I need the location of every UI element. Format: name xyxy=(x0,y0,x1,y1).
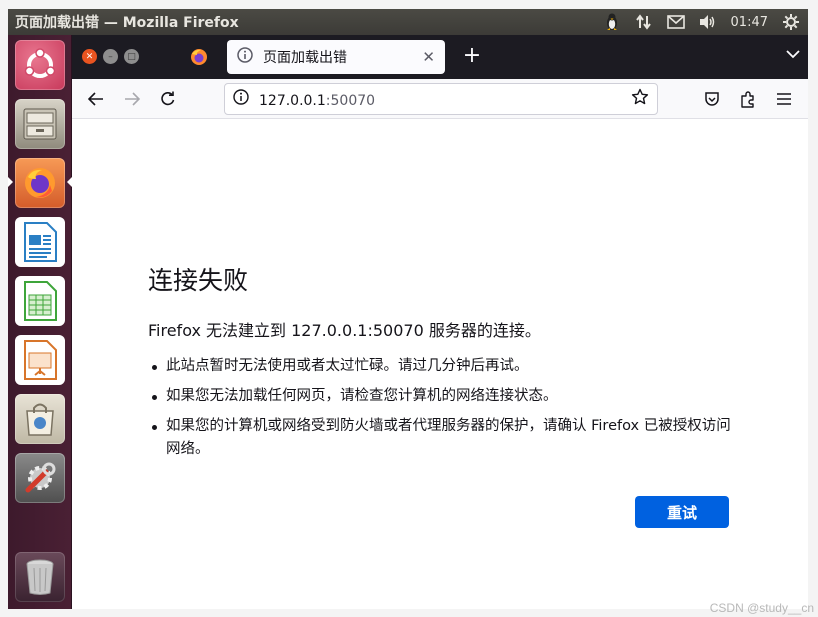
power-gear-icon[interactable] xyxy=(782,13,800,31)
url-bar[interactable]: 127.0.0.1:50070 xyxy=(224,83,658,115)
site-info-icon[interactable] xyxy=(233,89,249,109)
error-title: 连接失败 xyxy=(148,266,249,295)
ubuntu-logo-icon xyxy=(24,48,56,78)
minimize-window-button[interactable]: – xyxy=(103,49,118,64)
firefox-view-icon[interactable] xyxy=(190,48,208,70)
launcher-software[interactable] xyxy=(14,393,66,445)
mail-icon[interactable] xyxy=(666,13,685,31)
window-controls: ✕ – □ xyxy=(82,49,139,64)
system-tray: 01:47 xyxy=(603,13,808,31)
pocket-icon[interactable] xyxy=(700,87,724,111)
tab-active[interactable]: 页面加载出错 ✕ xyxy=(227,40,445,74)
volume-icon[interactable] xyxy=(699,13,717,31)
forward-button[interactable] xyxy=(120,87,144,111)
new-tab-button[interactable]: + xyxy=(458,43,486,68)
launcher-writer[interactable] xyxy=(14,216,66,268)
top-panel: 页面加载出错 — Mozilla Firefox 01:47 xyxy=(8,9,808,35)
error-suggestions: 此站点暂时无法使用或者太过忙碌。请过几分钟后再试。 如果您无法加载任何网页，请检… xyxy=(148,355,738,468)
active-indicator-left xyxy=(8,177,13,187)
page-content: 连接失败 Firefox 无法建立到 127.0.0.1:50070 服务器的连… xyxy=(72,119,808,609)
writer-document-icon xyxy=(24,222,57,262)
maximize-window-button[interactable]: □ xyxy=(124,49,139,64)
url-host: 127.0.0.1 xyxy=(259,92,326,109)
launcher-trash[interactable] xyxy=(14,551,66,603)
retry-button[interactable]: 重试 xyxy=(635,496,729,528)
reload-button[interactable] xyxy=(156,87,180,111)
trash-icon xyxy=(26,559,54,595)
launcher-impress[interactable] xyxy=(14,334,66,386)
list-all-tabs-icon[interactable] xyxy=(786,47,800,63)
window-title: 页面加载出错 — Mozilla Firefox xyxy=(15,15,239,31)
menu-hamburger-icon[interactable] xyxy=(772,87,796,111)
suggestion-item: 如果您的计算机或网络受到防火墙或者代理服务器的保护，请确认 Firefox 已被… xyxy=(148,415,738,461)
bookmark-star-icon[interactable] xyxy=(631,88,649,110)
penguin-icon[interactable] xyxy=(603,13,621,31)
tab-bar: ✕ – □ 页面加载出错 ✕ + xyxy=(72,35,808,79)
launcher-files[interactable] xyxy=(14,98,66,150)
desktop-frame: 页面加载出错 — Mozilla Firefox 01:47 ✕ – □ 页面加… xyxy=(8,9,808,609)
file-cabinet-icon xyxy=(23,108,57,140)
suggestion-item: 此站点暂时无法使用或者太过忙碌。请过几分钟后再试。 xyxy=(148,355,738,378)
info-icon xyxy=(237,47,253,67)
error-description: Firefox 无法建立到 127.0.0.1:50070 服务器的连接。 xyxy=(148,321,541,340)
suggestion-item: 如果您无法加载任何网页，请检查您计算机的网络连接状态。 xyxy=(148,385,738,408)
firefox-icon xyxy=(25,168,55,198)
extensions-icon[interactable] xyxy=(736,87,760,111)
network-transfer-icon[interactable] xyxy=(635,13,653,31)
launcher-firefox[interactable] xyxy=(14,157,66,209)
launcher-system-settings[interactable] xyxy=(14,452,66,504)
close-window-button[interactable]: ✕ xyxy=(82,49,97,64)
calc-spreadsheet-icon xyxy=(24,281,57,321)
back-button[interactable] xyxy=(84,87,108,111)
launcher-calc[interactable] xyxy=(14,275,66,327)
watermark: CSDN @study__cn xyxy=(709,601,814,615)
settings-wrench-icon xyxy=(25,462,56,493)
shopping-bag-icon xyxy=(26,403,54,436)
impress-presentation-icon xyxy=(24,340,57,380)
tab-title: 页面加载出错 xyxy=(263,50,347,66)
launcher xyxy=(8,35,72,609)
close-tab-icon[interactable]: ✕ xyxy=(422,48,435,66)
launcher-ubuntu-dash[interactable] xyxy=(14,39,66,91)
navigation-bar: 127.0.0.1:50070 xyxy=(72,79,808,119)
clock[interactable]: 01:47 xyxy=(731,15,768,30)
url-port: :50070 xyxy=(325,92,376,109)
